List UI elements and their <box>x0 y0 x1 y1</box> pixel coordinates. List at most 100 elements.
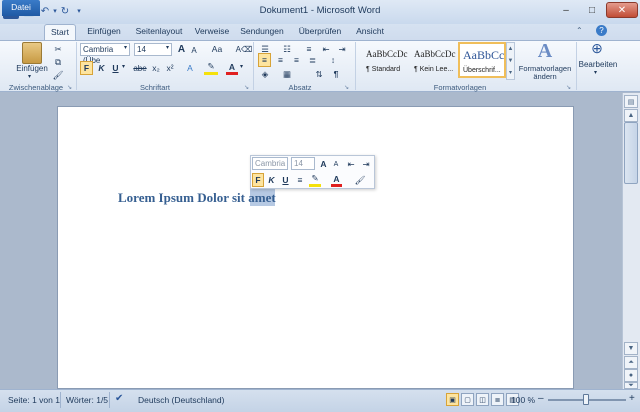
mini-font-select[interactable]: Cambria <box>252 157 288 170</box>
document-page[interactable] <box>57 106 574 389</box>
borders-icon[interactable]: ▦ <box>280 67 294 81</box>
cut-icon[interactable]: ✂ <box>52 42 64 56</box>
style-ueberschrift-name: Überschrif... <box>463 67 501 74</box>
styles-launcher-icon[interactable]: ↘ <box>566 84 571 91</box>
mini-grow-font-icon[interactable]: A <box>318 157 329 171</box>
status-words[interactable]: Wörter: 1/5 <box>66 395 108 405</box>
format-painter-icon[interactable]: 🖌 <box>52 68 64 82</box>
style-ueberschrift-sample: AaBbCc <box>463 48 505 62</box>
text-effects-icon[interactable]: A <box>183 61 197 75</box>
maximize-button[interactable]: □ <box>580 2 604 18</box>
view-full-screen-icon[interactable]: ▢ <box>461 393 474 406</box>
group-separator <box>76 42 77 90</box>
change-styles-icon[interactable]: A <box>533 40 557 64</box>
scroll-up-icon[interactable]: ▲ <box>624 109 638 122</box>
tab-ueberpruefen[interactable]: Überprüfen <box>292 24 348 40</box>
font-size-dropdown-icon[interactable]: ▾ <box>166 44 169 51</box>
mini-highlight-icon[interactable]: ✎ <box>309 173 321 187</box>
paragraph-launcher-icon[interactable]: ↘ <box>344 84 349 91</box>
font-family-select[interactable]: Cambria (Übe <box>80 43 130 65</box>
tab-sendungen[interactable]: Sendungen <box>236 24 288 40</box>
close-button[interactable]: ✕ <box>606 2 638 18</box>
zoom-slider-thumb[interactable] <box>583 394 589 405</box>
change-case-button[interactable]: Aa <box>210 42 224 56</box>
tab-seitenlayout[interactable]: Seitenlayout <box>130 24 188 40</box>
font-color-button[interactable]: A <box>226 61 238 75</box>
highlight-color-icon[interactable]: ✎ <box>204 61 218 75</box>
sort-icon[interactable]: ⇅ <box>312 67 326 81</box>
align-center-icon[interactable]: ≡ <box>274 53 287 67</box>
mini-font-color-icon[interactable]: A <box>331 173 342 187</box>
group-separator <box>355 42 356 90</box>
group-separator <box>576 42 577 90</box>
italic-button[interactable]: K <box>96 61 107 75</box>
proofing-icon[interactable]: ✔ <box>115 393 123 404</box>
mini-decrease-indent-icon[interactable]: ⇤ <box>345 157 357 171</box>
browse-object-icon[interactable]: ● <box>624 369 638 382</box>
align-right-icon[interactable]: ≡ <box>290 53 303 67</box>
justify-icon[interactable]: ≣ <box>306 53 319 67</box>
paste-button[interactable]: Einfügen <box>14 64 50 73</box>
status-language[interactable]: Deutsch (Deutschland) <box>138 395 224 405</box>
mini-shrink-font-icon[interactable]: A <box>331 157 341 171</box>
scroll-thumb[interactable] <box>624 122 638 184</box>
font-family-dropdown-icon[interactable]: ▾ <box>124 44 127 51</box>
document-heading[interactable]: Lorem Ipsum Dolor sit amet <box>118 190 276 206</box>
bold-button[interactable]: F <box>80 61 93 75</box>
previous-page-icon[interactable]: ⏶ <box>624 356 638 369</box>
tab-verweise[interactable]: Verweise <box>190 24 234 40</box>
editing-dropdown-icon[interactable]: ▾ <box>594 69 597 76</box>
mini-format-painter-icon[interactable]: 🖌 <box>353 173 367 187</box>
grow-font-button[interactable]: A <box>176 42 187 56</box>
tab-start[interactable]: Start <box>44 24 76 40</box>
shading-icon[interactable]: ◈ <box>258 67 272 81</box>
style-kein-leerraum[interactable]: AaBbCcDc ¶ Kein Lee... <box>410 42 458 78</box>
style-standard-sample: AaBbCcDc <box>366 49 408 59</box>
strikethrough-button[interactable]: abe <box>132 61 148 75</box>
view-outline-icon[interactable]: ≣ <box>491 393 504 406</box>
editing-button[interactable]: Bearbeiten <box>578 60 618 69</box>
line-spacing-icon[interactable]: ↕ <box>326 53 340 67</box>
mini-underline-button[interactable]: U <box>280 173 291 187</box>
shrink-font-button[interactable]: A <box>189 43 199 57</box>
scroll-down-icon[interactable]: ▼ <box>624 342 638 355</box>
tab-datei[interactable]: Datei <box>2 0 40 16</box>
zoom-out-button[interactable]: – <box>538 393 544 404</box>
mini-size-select[interactable]: 14 <box>291 157 315 170</box>
font-color-dropdown-icon[interactable]: ▾ <box>240 63 243 70</box>
show-formatting-button[interactable]: ¶ <box>330 67 342 81</box>
help-icon[interactable]: ? <box>596 25 607 36</box>
minimize-button[interactable]: – <box>554 2 578 18</box>
font-launcher-icon[interactable]: ↘ <box>244 84 249 91</box>
underline-button[interactable]: U <box>110 61 121 75</box>
change-styles-button[interactable]: Formatvorlagen ändern <box>516 65 574 81</box>
style-ueberschrift[interactable]: AaBbCc Überschrif... <box>458 42 506 78</box>
zoom-in-button[interactable]: + <box>629 393 635 404</box>
status-page[interactable]: Seite: 1 von 1 <box>8 395 60 405</box>
clear-formatting-icon[interactable]: A⌫ <box>236 42 253 56</box>
style-standard[interactable]: AaBbCcDc ¶ Standard <box>362 42 410 78</box>
tab-ansicht[interactable]: Ansicht <box>350 24 390 40</box>
paste-dropdown-icon[interactable]: ▾ <box>28 73 31 80</box>
subscript-button[interactable]: x₂ <box>150 61 162 75</box>
view-web-layout-icon[interactable]: ◫ <box>476 393 489 406</box>
mini-italic-button[interactable]: K <box>266 173 277 187</box>
superscript-button[interactable]: x² <box>164 61 176 75</box>
underline-dropdown-icon[interactable]: ▾ <box>122 63 125 70</box>
minimize-ribbon-icon[interactable]: ⌃ <box>576 26 583 35</box>
styles-scroll-icon[interactable]: ▲ ▼ ▾ <box>506 42 515 80</box>
mini-bold-button[interactable]: F <box>252 173 264 187</box>
tab-einfuegen[interactable]: Einfügen <box>82 24 126 40</box>
next-page-icon[interactable]: ⏷ <box>624 382 638 389</box>
find-binoculars-icon[interactable]: ⊕ <box>588 40 606 58</box>
paste-icon[interactable] <box>22 42 42 64</box>
mini-increase-indent-icon[interactable]: ⇥ <box>360 157 372 171</box>
clipboard-launcher-icon[interactable]: ↘ <box>67 84 72 91</box>
style-standard-name: ¶ Standard <box>366 66 401 73</box>
view-print-layout-icon[interactable]: ▣ <box>446 393 459 406</box>
copy-icon[interactable]: ⧉ <box>52 55 64 69</box>
ruler-toggle-icon[interactable]: ▤ <box>624 95 638 108</box>
zoom-level[interactable]: 100 % <box>511 395 535 405</box>
mini-center-icon[interactable]: ≡ <box>294 173 306 187</box>
align-left-icon[interactable]: ≡ <box>258 53 271 67</box>
